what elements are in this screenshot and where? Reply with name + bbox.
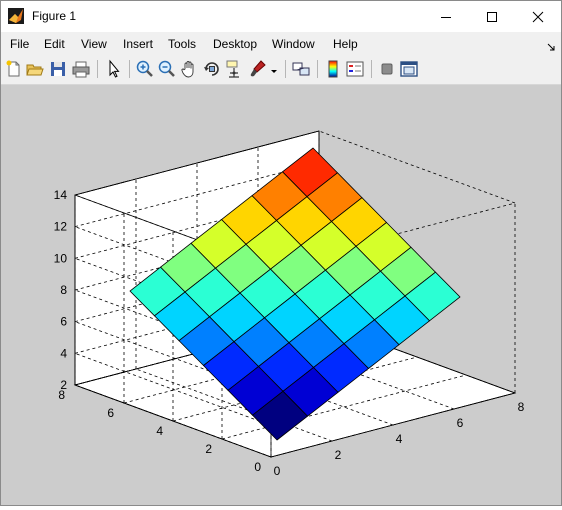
- menu-help[interactable]: Help: [333, 37, 358, 51]
- rotate-3d-icon[interactable]: [202, 59, 222, 79]
- pan-hand-icon[interactable]: [179, 59, 199, 79]
- menu-edit[interactable]: Edit: [44, 37, 65, 51]
- dock-arrow-icon[interactable]: [547, 39, 556, 57]
- open-file-icon[interactable]: [25, 59, 45, 79]
- toolbar-separator: [129, 60, 130, 78]
- zoom-out-icon[interactable]: [157, 59, 177, 79]
- z-tick-label: 10: [54, 251, 68, 265]
- x-tick-label: 0: [274, 464, 281, 478]
- z-tick-label: 14: [54, 188, 68, 202]
- new-figure-icon[interactable]: [4, 59, 24, 79]
- figure-canvas[interactable]: 0 2 4 6 8 0 2 4 6 8 2 4 6 8 10 12 14: [1, 85, 561, 505]
- brush-icon[interactable]: [248, 59, 268, 79]
- y-tick-label: 6: [107, 406, 114, 420]
- legend-icon[interactable]: [345, 59, 365, 79]
- z-tick-label: 12: [54, 220, 68, 234]
- menu-view[interactable]: View: [81, 37, 107, 51]
- toolbar-separator: [285, 60, 286, 78]
- show-plot-tools-icon[interactable]: [399, 59, 419, 79]
- menu-bar: File Edit View Insert Tools Desktop Wind…: [1, 32, 561, 56]
- menu-file[interactable]: File: [10, 37, 29, 51]
- menu-tools[interactable]: Tools: [168, 37, 196, 51]
- matlab-logo-icon: [8, 8, 24, 24]
- save-icon[interactable]: [48, 59, 68, 79]
- colorbar-icon[interactable]: [323, 59, 343, 79]
- toolbar-separator: [97, 60, 98, 78]
- toolbar-separator: [317, 60, 318, 78]
- hide-plot-tools-icon[interactable]: [377, 59, 397, 79]
- menu-desktop[interactable]: Desktop: [213, 37, 257, 51]
- zoom-in-icon[interactable]: [135, 59, 155, 79]
- x-tick-label: 6: [457, 416, 464, 430]
- menu-window[interactable]: Window: [272, 37, 315, 51]
- menu-insert[interactable]: Insert: [123, 37, 153, 51]
- x-tick-label: 2: [335, 448, 342, 462]
- brush-dropdown-icon[interactable]: [269, 59, 279, 79]
- x-tick-label: 8: [518, 400, 525, 414]
- y-tick-label: 2: [205, 442, 212, 456]
- figure-toolbar: [1, 56, 561, 85]
- window-title: Figure 1: [32, 9, 77, 23]
- z-tick-label: 4: [60, 346, 67, 360]
- link-plot-icon[interactable]: [291, 59, 311, 79]
- z-tick-label: 8: [60, 283, 67, 297]
- print-icon[interactable]: [71, 59, 91, 79]
- z-tick-label: 2: [60, 378, 67, 392]
- x-tick-label: 4: [396, 432, 403, 446]
- figure-window: Figure 1 File Edit View Insert Tools Des…: [0, 0, 562, 506]
- select-pointer-icon[interactable]: [104, 59, 124, 79]
- toolbar-separator: [371, 60, 372, 78]
- title-bar: Figure 1: [1, 1, 561, 32]
- minimize-button[interactable]: [423, 1, 469, 32]
- close-button[interactable]: [515, 1, 561, 32]
- maximize-button[interactable]: [469, 1, 515, 32]
- data-cursor-icon[interactable]: [225, 59, 245, 79]
- z-tick-label: 6: [60, 315, 67, 329]
- y-tick-label: 0: [254, 460, 261, 474]
- surface-plot-axes[interactable]: 02468024682468101214: [1, 85, 561, 505]
- y-tick-label: 4: [156, 424, 163, 438]
